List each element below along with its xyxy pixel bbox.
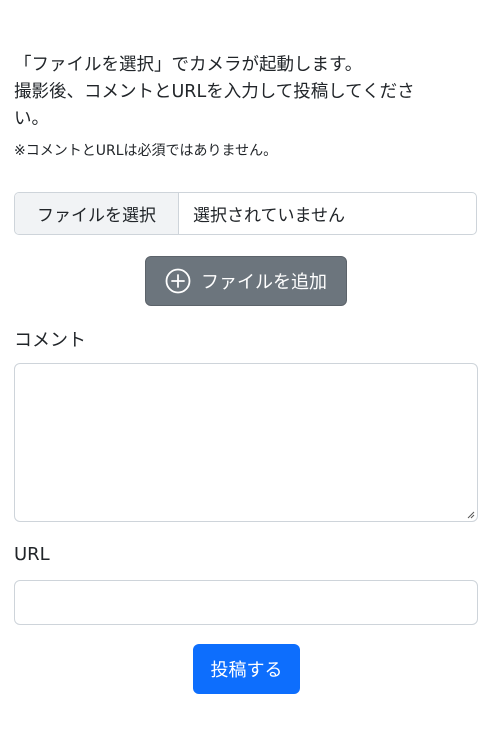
instruction-line-2: 撮影後、コメントとURLを入力して投稿してくださ	[14, 82, 415, 102]
file-input[interactable]: ファイルを選択 選択されていません	[14, 192, 477, 235]
plus-circle-icon	[165, 268, 191, 294]
url-label: URL	[14, 544, 50, 565]
upload-form: 「ファイルを選択」でカメラが起動します。 撮影後、コメントとURLを入力して投稿…	[14, 0, 479, 694]
submit-button[interactable]: 投稿する	[193, 644, 300, 694]
resize-grip-icon[interactable]	[467, 511, 475, 519]
file-status-text: 選択されていません	[193, 206, 345, 226]
add-file-label: ファイルを追加	[201, 272, 327, 293]
choose-file-button[interactable]: ファイルを選択	[15, 193, 179, 234]
optional-note: ※コメントとURLは必須ではありません。	[14, 143, 278, 159]
instruction-line-1: 「ファイルを選択」でカメラが起動します。	[14, 55, 363, 75]
instructions: 「ファイルを選択」でカメラが起動します。 撮影後、コメントとURLを入力して投稿…	[14, 52, 479, 161]
url-input[interactable]	[14, 580, 478, 625]
add-file-button[interactable]: ファイルを追加	[145, 256, 347, 306]
comment-textarea[interactable]	[14, 363, 478, 522]
instruction-line-3: い。	[14, 109, 49, 129]
comment-label: コメント	[14, 330, 86, 351]
